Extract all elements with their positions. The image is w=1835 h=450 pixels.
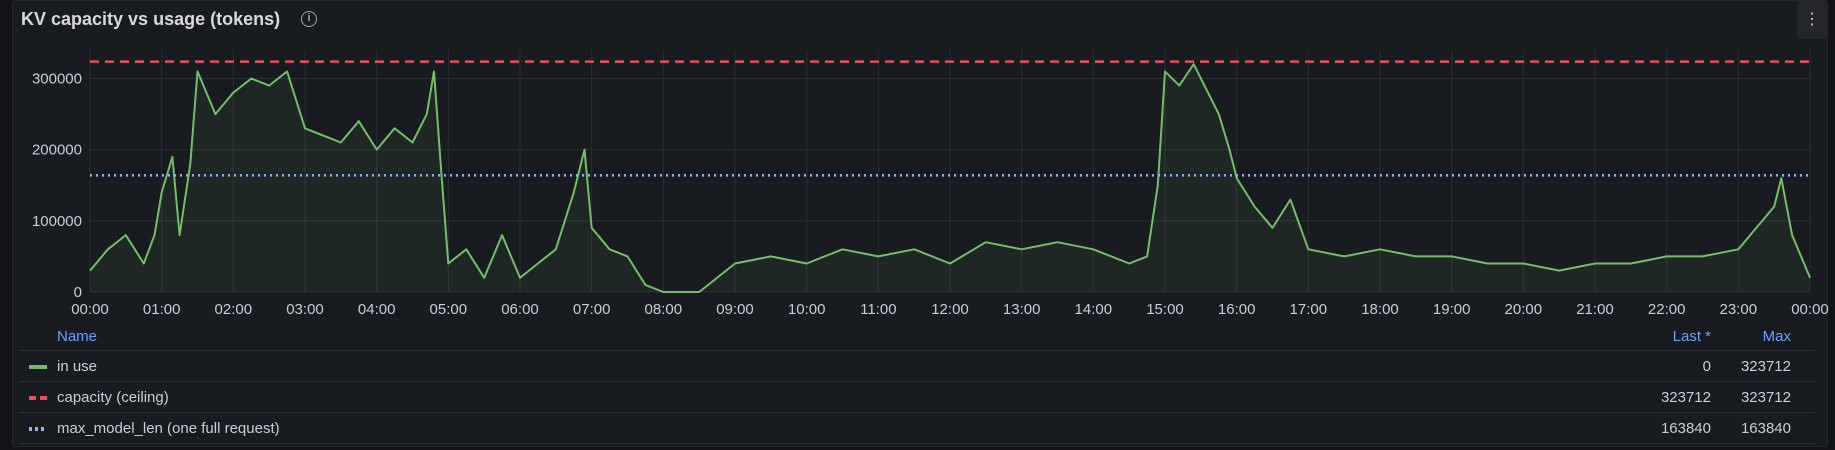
legend-series-name: capacity (ceiling): [57, 389, 169, 406]
legend-max-value: 323712: [1740, 389, 1791, 406]
x-tick-label: 08:00: [645, 301, 683, 318]
legend-swatch: [29, 396, 47, 400]
legend-max-value: 323712: [1740, 358, 1791, 375]
x-tick-label: 11:00: [860, 301, 896, 318]
legend-row[interactable]: max_model_len (one full request) 163840 16…: [19, 413, 1815, 444]
y-tick-label: 0: [74, 284, 82, 301]
x-tick-label: 21:00: [1576, 301, 1614, 318]
legend-col-max[interactable]: Max: [1763, 328, 1791, 345]
x-tick-label: 20:00: [1505, 301, 1543, 318]
x-tick-label: 03:00: [286, 301, 324, 318]
legend-col-last[interactable]: Last *: [1673, 328, 1711, 345]
x-tick-label: 09:00: [716, 301, 754, 318]
x-tick-label: 13:00: [1003, 301, 1041, 318]
y-tick-label: 300000: [32, 70, 82, 87]
x-tick-label: 17:00: [1290, 301, 1328, 318]
legend-last-value: 323712: [1660, 389, 1711, 406]
x-tick-label: 12:00: [931, 301, 969, 318]
legend-last-value: 163840: [1660, 420, 1711, 437]
x-tick-label: 00:00: [1791, 301, 1829, 318]
x-tick-label: 16:00: [1218, 301, 1256, 318]
legend-series-name: in use: [57, 358, 98, 375]
x-tick-label: 18:00: [1361, 301, 1399, 318]
legend-swatch: [29, 427, 47, 431]
x-tick-label: 23:00: [1720, 301, 1758, 318]
x-tick-label: 07:00: [573, 301, 611, 318]
legend-col-name[interactable]: Name: [57, 328, 97, 345]
x-tick-label: 14:00: [1075, 301, 1113, 318]
x-tick-label: 04:00: [358, 301, 396, 318]
legend-table: Name Last * Max in use 0 323712 capacity (c…: [19, 322, 1815, 444]
x-tick-label: 01:00: [143, 301, 181, 318]
x-tick-label: 10:00: [788, 301, 826, 318]
legend-last-value: 0: [1702, 358, 1711, 375]
legend-row[interactable]: in use 0 323712: [19, 351, 1815, 382]
legend-row[interactable]: capacity (ceiling) 323712 323712: [19, 382, 1815, 413]
x-tick-label: 19:00: [1433, 301, 1471, 318]
x-tick-label: 05:00: [430, 301, 468, 318]
x-tick-label: 00:00: [71, 301, 109, 318]
x-tick-label: 06:00: [501, 301, 539, 318]
y-tick-label: 200000: [32, 142, 82, 159]
legend-series-name: max_model_len (one full request): [57, 420, 280, 437]
line-chart: 0 100000 200000 300000 00:00 01:00 02:00 03:00 0…: [32, 50, 1829, 318]
y-tick-label: 100000: [32, 213, 82, 230]
legend-swatch: [29, 365, 47, 369]
legend-max-value: 163840: [1740, 420, 1791, 437]
legend-header: Name Last * Max: [19, 322, 1815, 351]
x-tick-label: 15:00: [1146, 301, 1184, 318]
x-tick-label: 22:00: [1648, 301, 1686, 318]
x-tick-label: 02:00: [215, 301, 253, 318]
